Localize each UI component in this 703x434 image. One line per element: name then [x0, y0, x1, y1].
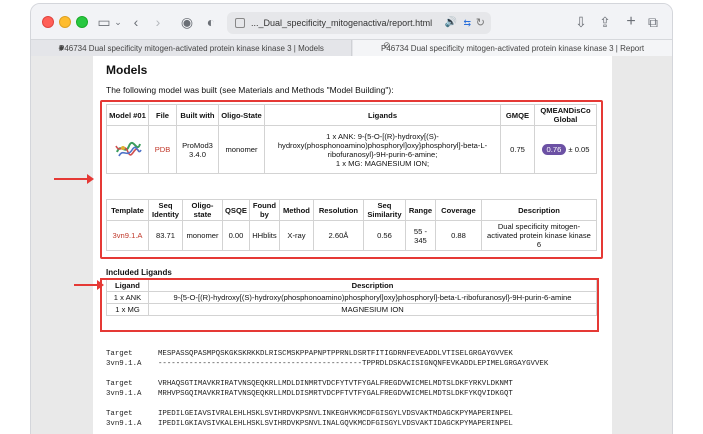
share-icon[interactable]: ⇪ — [597, 11, 613, 33]
alignment-sequence: ----------------------------------------… — [158, 360, 549, 368]
alignment-label: 3vn9.1.A — [106, 360, 142, 368]
alignment-sequence: IPEDILGKIAVSIVKALEHLHSKLSVIHRDVKPSNVLINA… — [158, 420, 513, 428]
sidebar-icon[interactable]: ▭ — [95, 11, 113, 33]
intro-text: The following model was built (see Mater… — [106, 85, 394, 95]
alignment-sequence: VRHAQSGTIMAVKRIRATVNSQEQKRLLMDLDINMRTVDC… — [158, 380, 513, 388]
alignment-line: Target MESPASSQPASMPQSKGKSKRKKDLRISCMSKPP… — [106, 349, 513, 359]
page-margin-right — [612, 56, 672, 434]
page-margin-left — [31, 56, 93, 434]
compass-favicon-icon: ⊘ — [383, 40, 391, 50]
arrow-icon — [74, 280, 104, 290]
alignment-label: Target — [106, 350, 133, 358]
alignment-line: Target VRHAQSGTIMAVKRIRATVNSQEQKRLLMDLDIN… — [106, 379, 513, 389]
chevron-down-icon[interactable]: ⌄ — [113, 11, 123, 33]
ligands-highlight-box — [100, 278, 599, 332]
arrow-icon — [54, 174, 94, 184]
alignment-label: Target — [106, 380, 133, 388]
reload-icon[interactable]: ↻ — [476, 12, 485, 34]
alignment-label: 3vn9.1.A — [106, 390, 142, 398]
speaker-icon[interactable]: 🔊 — [445, 12, 457, 34]
page-icon — [235, 18, 245, 28]
section-title: Models — [106, 63, 148, 77]
address-bar[interactable]: ..._Dual_specificity_mitogenactiva/repor… — [227, 12, 491, 34]
privacy-icon[interactable]: ◐ — [203, 11, 219, 33]
alignment-line: 3vn9.1.A MRHVPSGQIMAVKRIRATVNSQEQKRLLMDLD… — [106, 389, 513, 399]
alignment-line: 3vn9.1.A --------------------------------… — [106, 359, 548, 369]
alignment-sequence: MRHVPSGQIMAVKRIRATVNSQEQKRLLMDLDISMRTVDC… — [158, 390, 513, 398]
url-text: ..._Dual_specificity_mitogenactiva/repor… — [251, 18, 433, 28]
alignment-sequence: MESPASSQPASMPQSKGKSKRKKDLRISCMSKPPAPNPTP… — [158, 350, 513, 358]
minimize-window-button[interactable] — [59, 16, 71, 28]
new-tab-icon[interactable]: + — [623, 11, 639, 33]
zoom-window-button[interactable] — [76, 16, 88, 28]
alignment-sequence: IPEDILGEIAVSIVRALEHLHSKLSVIHRDVKPSNVLINK… — [158, 410, 513, 418]
tab-label: P46734 Dual specificity mitogen-activate… — [59, 44, 324, 53]
close-window-button[interactable] — [42, 16, 54, 28]
translate-icon[interactable]: ⇆ — [463, 12, 471, 34]
download-icon[interactable]: ⇩ — [573, 11, 589, 33]
back-button[interactable]: ‹ — [129, 11, 143, 33]
tab-overview-icon[interactable]: ⧉ — [645, 11, 661, 33]
alignment-line: 3vn9.1.A IPEDILGKIAVSIVKALEHLHSKLSVIHRDVK… — [106, 419, 513, 429]
tab-label: P46734 Dual specificity mitogen-activate… — [381, 44, 645, 53]
alignment-label: Target — [106, 410, 133, 418]
included-ligands-title: Included Ligands — [106, 268, 172, 277]
extension-icon[interactable]: ◉ — [179, 11, 195, 33]
model-highlight-box — [100, 100, 603, 259]
titlebar: ▭ ⌄ ‹ › ◉ ◐ ..._Dual_specificity_mitogen… — [31, 4, 672, 38]
forward-button[interactable]: › — [151, 11, 165, 33]
alignment-line: Target IPEDILGEIAVSIVRALEHLHSKLSVIHRDVKPS… — [106, 409, 513, 419]
alignment-label: 3vn9.1.A — [106, 420, 142, 428]
